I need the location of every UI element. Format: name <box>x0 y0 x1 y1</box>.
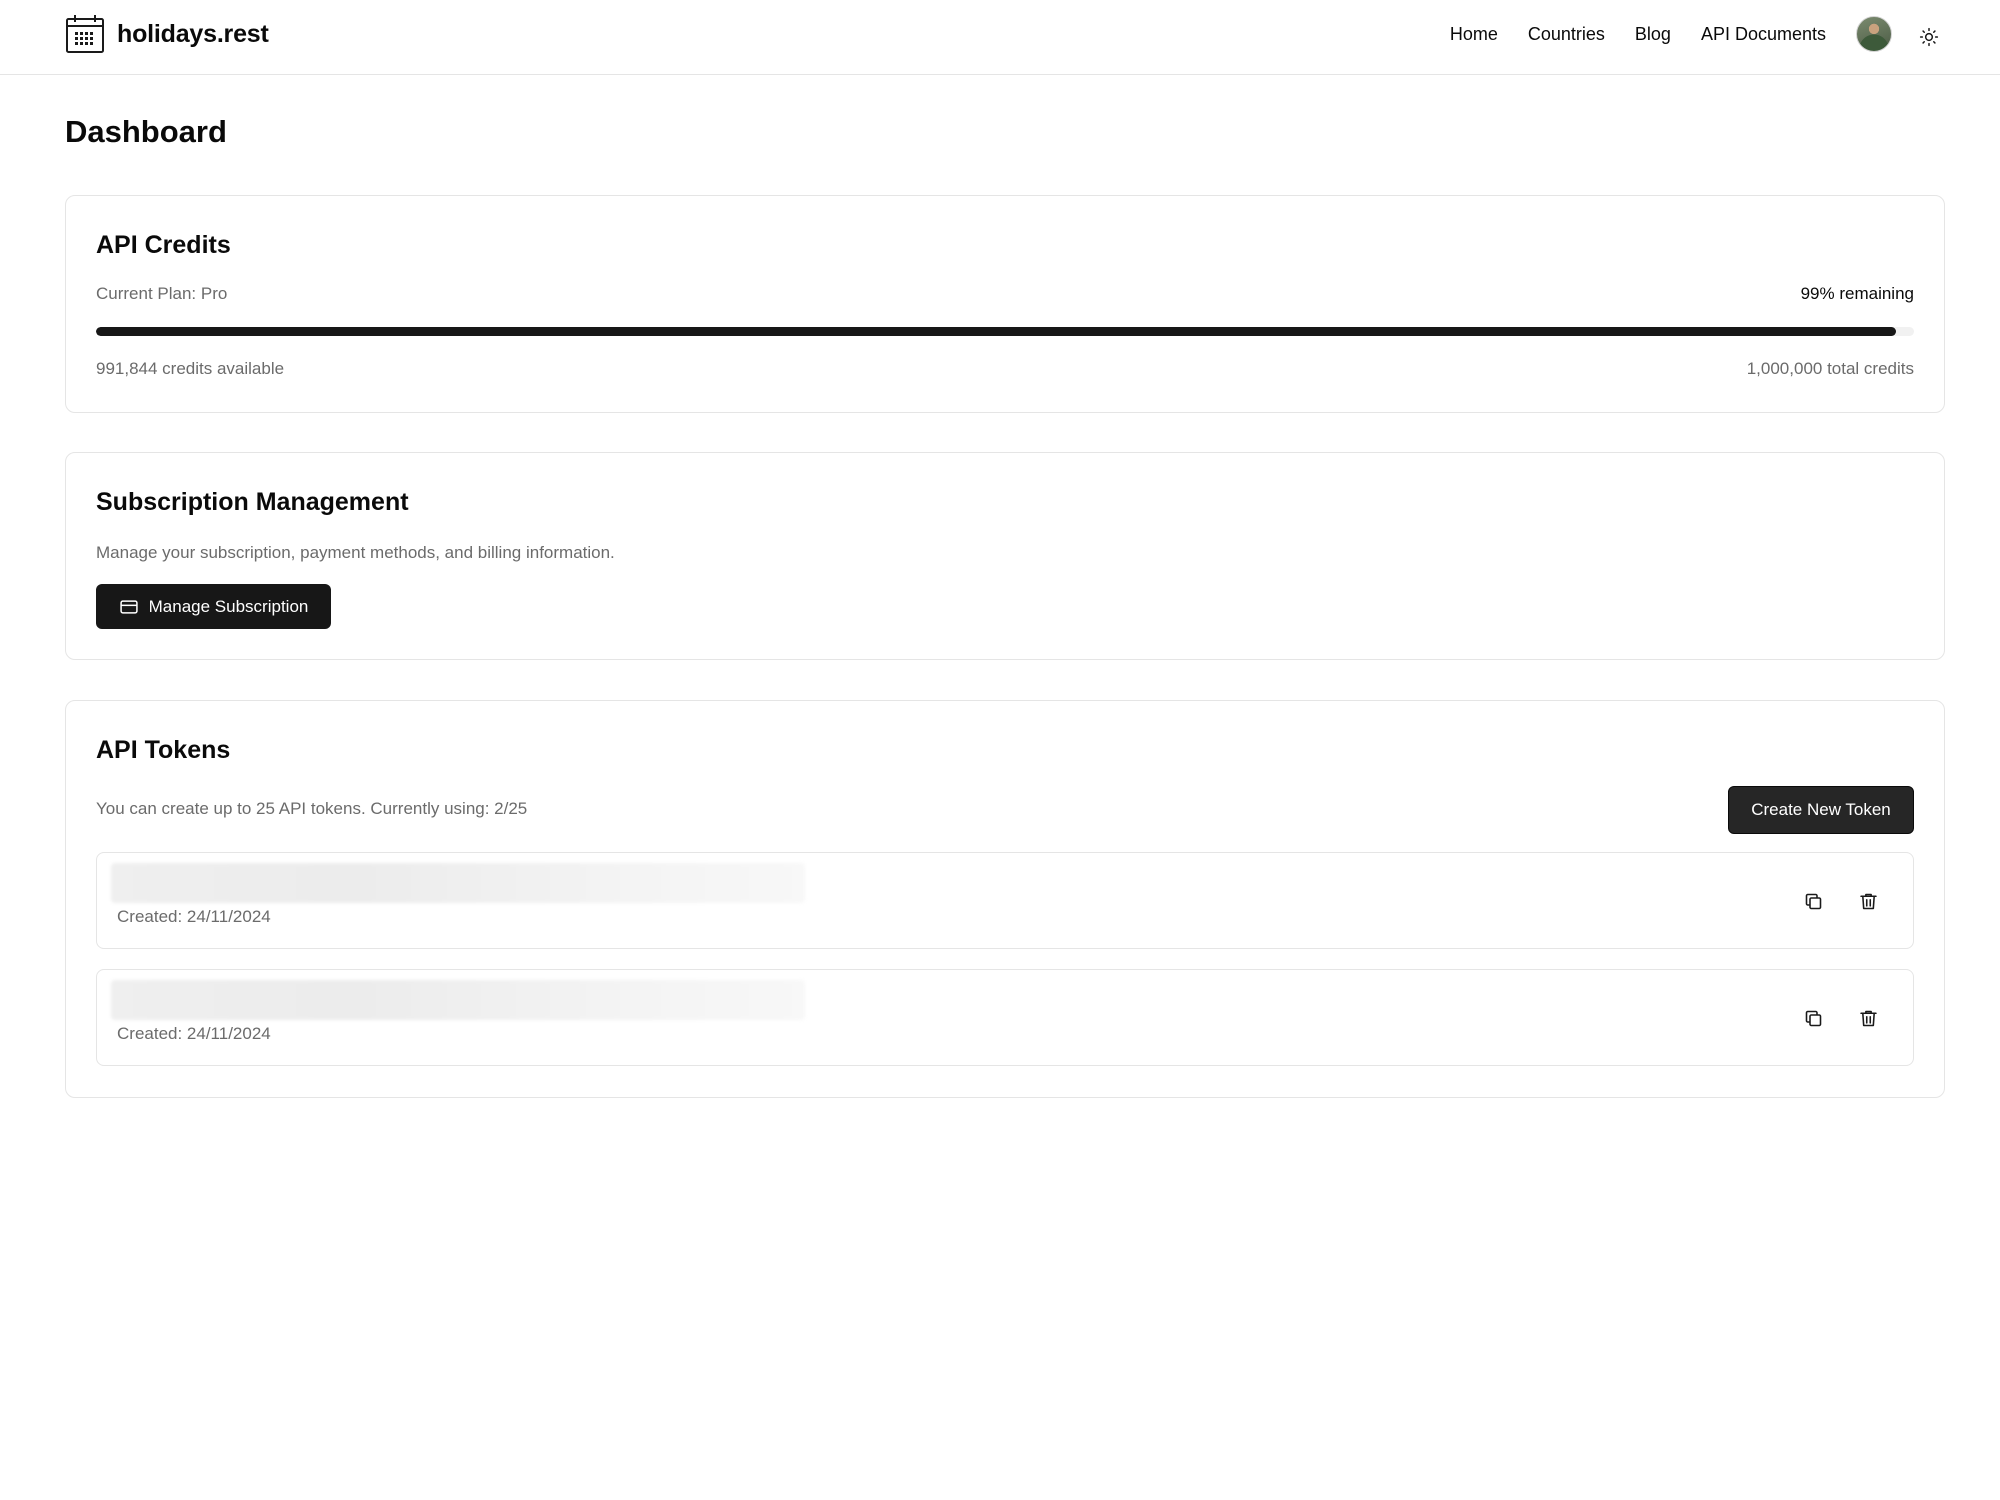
tokens-usage-description: You can create up to 25 API tokens. Curr… <box>96 799 528 818</box>
nav-countries-link[interactable]: Countries <box>1528 24 1605 45</box>
subscription-description: Manage your subscription, payment method… <box>96 543 615 562</box>
trash-icon <box>1858 891 1879 912</box>
top-navigation-bar: holidays.rest Home Countries Blog API Do… <box>0 0 2000 75</box>
delete-token-button[interactable] <box>1854 887 1882 915</box>
delete-token-button[interactable] <box>1854 1004 1882 1032</box>
credits-progress-fill <box>96 327 1896 336</box>
brand-link[interactable]: holidays.rest <box>65 14 269 54</box>
brand-name: holidays.rest <box>117 19 269 48</box>
api-credits-card: API Credits Current Plan: Pro 99% remain… <box>65 195 1945 413</box>
subscription-management-card: Subscription Management Manage your subs… <box>65 452 1945 660</box>
token-value-redacted <box>111 980 805 1020</box>
api-credits-title: API Credits <box>96 231 231 259</box>
credits-available: 991,844 credits available <box>96 359 285 378</box>
manage-subscription-button[interactable]: Manage Subscription <box>96 584 331 629</box>
token-created-date: Created: 24/11/2024 <box>117 1024 271 1043</box>
token-row: Created: 24/11/2024 <box>96 969 1914 1066</box>
main-nav: Home Countries Blog API Documents <box>1420 16 1892 52</box>
copy-icon <box>1803 891 1824 912</box>
token-created-date: Created: 24/11/2024 <box>117 907 271 926</box>
user-avatar[interactable] <box>1856 16 1892 52</box>
credit-card-icon <box>119 597 139 617</box>
credits-progress-bar <box>96 327 1914 336</box>
credits-total: 1,000,000 total credits <box>1746 359 1914 378</box>
page-title: Dashboard <box>65 114 227 149</box>
copy-token-button[interactable] <box>1799 887 1827 915</box>
token-value-redacted <box>111 863 805 903</box>
copy-icon <box>1803 1008 1824 1029</box>
copy-token-button[interactable] <box>1799 1004 1827 1032</box>
api-tokens-title: API Tokens <box>96 736 231 764</box>
create-new-token-button[interactable]: Create New Token <box>1728 786 1914 834</box>
nav-api-documents-link[interactable]: API Documents <box>1701 24 1826 45</box>
manage-subscription-label: Manage Subscription <box>148 596 309 616</box>
nav-blog-link[interactable]: Blog <box>1635 24 1671 45</box>
calendar-icon <box>65 14 105 54</box>
theme-toggle-button[interactable] <box>1914 22 1944 52</box>
sun-icon <box>1919 27 1939 47</box>
nav-home-link[interactable]: Home <box>1450 24 1498 45</box>
subscription-title: Subscription Management <box>96 488 409 516</box>
credits-remaining-percent: 99% remaining <box>1800 284 1914 303</box>
token-row: Created: 24/11/2024 <box>96 852 1914 949</box>
api-tokens-card: API Tokens You can create up to 25 API t… <box>65 700 1945 1098</box>
current-plan-label: Current Plan: Pro <box>96 284 228 303</box>
trash-icon <box>1858 1008 1879 1029</box>
